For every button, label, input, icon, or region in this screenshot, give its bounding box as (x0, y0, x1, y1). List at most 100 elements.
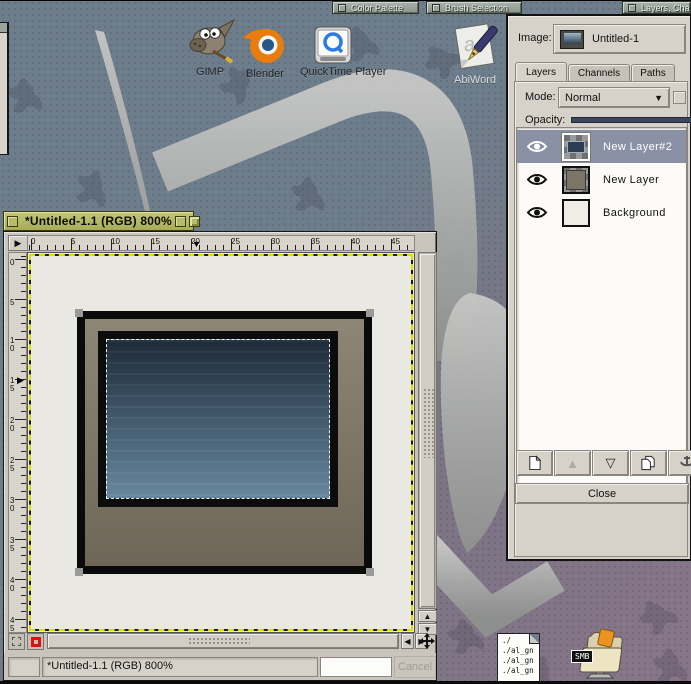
scroll-left-button[interactable]: ◀ (401, 633, 414, 649)
ruler-label: 40 (351, 237, 360, 246)
tab-channels[interactable]: Channels (568, 64, 630, 82)
canvas-menu-button[interactable]: ▶ (8, 235, 28, 251)
desktop-icon-text-file[interactable]: ./ ./al_gn ./al_gn ./al_gn (497, 633, 540, 684)
scroll-up-button[interactable]: ▲ (418, 610, 437, 622)
blender-logo-icon (243, 29, 284, 63)
tab-layers[interactable]: Layers (515, 62, 567, 82)
ruler-label: 45 (391, 237, 400, 246)
raise-layer-button-disabled[interactable]: ▲ (554, 450, 591, 476)
desktop-icon-blender[interactable]: Blender (239, 22, 291, 80)
corner-pixel (366, 309, 374, 317)
file-line: ./al_gn (502, 646, 534, 655)
horizontal-scrollbar[interactable] (47, 633, 399, 649)
image-canvas[interactable] (27, 252, 415, 633)
ruler-label: 4 5 (10, 616, 15, 633)
tv-image-outer-border (75, 309, 374, 576)
ruler-label: 1 0 (10, 336, 15, 353)
gimp-image-window: ▶ 0 5 10 15 20 25 30 35 40 45 ▼ 0 5 1 0 … (3, 231, 437, 681)
status-title-text: *Untitled-1.1 (RGB) 800% (42, 656, 318, 677)
desktop-icon-gimp[interactable]: GIMP (183, 18, 237, 78)
ruler-label: 1 5 (10, 376, 15, 393)
progress-bar (320, 656, 392, 677)
image-name: Untitled-1 (592, 33, 640, 45)
ruler-label: 3 5 (10, 536, 15, 553)
window-menu-button[interactable] (628, 3, 636, 12)
layer-thumbnail (562, 165, 590, 194)
desktop-icon-abiword[interactable]: a AbiWord (448, 20, 502, 86)
window-shade-button[interactable] (174, 215, 186, 227)
layers-channels-paths-dialog: Image: Untitled-1 Layers Channels Paths … (506, 14, 691, 561)
ruler-label: 10 (111, 237, 120, 246)
lower-layer-button[interactable]: ▽ (592, 450, 629, 476)
vertical-ruler[interactable]: 0 5 1 0 1 5 2 0 2 5 3 0 3 5 4 0 4 5 ▶ (8, 252, 27, 633)
icon-label: Blender (246, 68, 284, 80)
window-menu-button[interactable] (338, 3, 346, 12)
quickmask-red-icon (30, 636, 41, 647)
window-menu-button[interactable] (432, 3, 440, 12)
duplicate-pages-icon (641, 455, 655, 471)
status-bar: *Untitled-1.1 (RGB) 800% Cancel (4, 653, 436, 680)
desktop-icon-smb-share[interactable]: SMB (569, 626, 631, 684)
ruler-label: 5 (71, 237, 76, 246)
ruler-label: 0 (10, 258, 15, 267)
window-title: Brush Selection (445, 2, 509, 13)
partial-window-left-edge[interactable] (0, 22, 9, 155)
tv-screen-selection[interactable] (106, 339, 330, 499)
new-page-icon (529, 455, 542, 471)
icon-label: AbiWord (454, 74, 496, 86)
shaded-window-brush-selection[interactable]: Brush Selection (426, 1, 522, 14)
visibility-eye-icon[interactable] (526, 205, 548, 220)
layer-row-new-layer-2[interactable]: New Layer#2 (517, 130, 686, 163)
corner-pixel (75, 568, 83, 576)
tv-image-bezel (98, 331, 338, 507)
ruler-label: 4 0 (10, 576, 15, 593)
ruler-label: 15 (151, 237, 160, 246)
gimp-wilber-icon (189, 18, 235, 64)
layer-thumbnail (561, 131, 591, 162)
window-maximize-button[interactable] (188, 215, 200, 227)
duplicate-layer-button[interactable] (630, 450, 667, 476)
layer-name: New Layer (603, 173, 660, 186)
abiword-icon: a (454, 23, 498, 69)
image-selector-dropdown[interactable]: Untitled-1 (553, 24, 686, 54)
cancel-button[interactable]: Cancel (394, 655, 436, 678)
quickmask-on-button[interactable] (27, 633, 44, 650)
anchor-layer-button[interactable] (668, 450, 691, 476)
quickmask-off-button[interactable] (8, 633, 25, 650)
ruler-label: 0 (31, 237, 36, 246)
ruler-label: 5 (10, 298, 15, 307)
vertical-scrollbar-thumb[interactable] (420, 254, 435, 607)
ruler-label: 3 0 (10, 496, 15, 513)
shaded-window-color-palette[interactable]: Color Palette (332, 1, 419, 14)
opacity-slider[interactable] (571, 117, 691, 123)
window-close-button[interactable] (7, 215, 18, 227)
layer-name: New Layer#2 (603, 140, 673, 153)
pan-navigation-icon[interactable] (418, 632, 436, 650)
anchor-icon (679, 456, 691, 467)
desktop-icon-quicktime[interactable]: QuickTime Player (300, 26, 387, 78)
keep-transparency-checkbox[interactable] (673, 91, 686, 104)
corner-pixel (366, 568, 374, 576)
visibility-eye-icon[interactable] (526, 172, 548, 187)
selection-dashed-icon (12, 637, 21, 646)
tab-paths[interactable]: Paths (631, 64, 675, 82)
mode-dropdown[interactable]: Normal ▼ (558, 87, 670, 108)
layer-row-background[interactable]: Background (517, 196, 686, 229)
ruler-label: 2 0 (10, 416, 15, 433)
visibility-eye-icon[interactable] (526, 139, 548, 154)
corner-pixel (75, 309, 83, 317)
vertical-scrollbar[interactable] (418, 252, 437, 609)
ruler-label: 25 (231, 237, 240, 246)
shaded-window-layers-channels[interactable]: Layers, Cha (622, 1, 691, 14)
desktop: Color Palette Brush Selection Layers, Ch… (0, 0, 691, 684)
dropdown-arrow-icon: ▼ (654, 92, 663, 103)
image-label: Image: (518, 32, 552, 44)
horizontal-ruler[interactable]: 0 5 10 15 20 25 30 35 40 45 ▼ (27, 235, 415, 251)
layer-name: Background (603, 206, 666, 219)
layer-thumbnail (562, 198, 590, 227)
icon-label: QuickTime Player (300, 66, 387, 78)
new-layer-button[interactable] (516, 450, 553, 476)
gimp-image-window-titlebar[interactable]: *Untitled-1.1 (RGB) 800% (3, 211, 200, 231)
close-button[interactable]: Close (515, 483, 689, 504)
layer-row-new-layer[interactable]: New Layer (517, 163, 686, 196)
